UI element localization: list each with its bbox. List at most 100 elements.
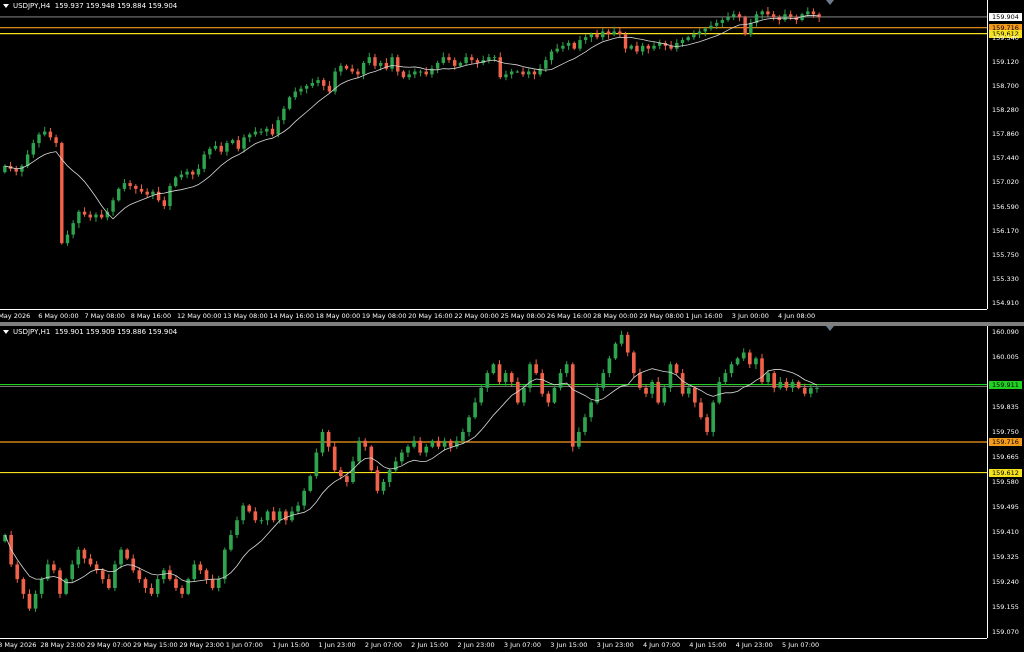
candle-body [436,440,441,447]
candle [583,34,588,44]
h1-price-axis[interactable]: 160.090 160.005 159.911 159.835 159.750 159.7… [987,326,1024,638]
candle [741,348,746,361]
candle-body [155,579,160,594]
candle-body [208,148,212,155]
h4-chart-pane[interactable]: USDJPY,H4 159.937 159.948 159.884 159.90… [0,0,1024,322]
candle [208,146,212,159]
price-tick-label: 160.090 [992,327,1019,336]
candle-body [711,402,716,432]
candle [619,330,624,347]
candle [350,64,354,75]
price-tick-label: 159.495 [992,503,1019,512]
candle-body [134,185,138,189]
candle-body [699,402,703,418]
candle-body [668,364,673,388]
candle-body [316,80,320,83]
candle-body [546,393,551,403]
candle [658,39,662,50]
h4-time-axis[interactable]: 4 May 2026 6 May 00:00 7 May 08:00 8 May 16… [0,309,987,322]
candle [705,413,709,436]
candle [259,517,264,525]
candle [344,64,349,71]
candle-body [760,11,764,15]
candle-body [638,373,642,388]
h4-price-axis[interactable]: 159.904 159.716 159.612 159.540 159.120 158.7… [987,0,1024,309]
candle-body [21,579,26,594]
candle-body [418,71,423,73]
candle-body [487,57,491,61]
candle-body [210,579,215,588]
candle-body [555,48,559,52]
h4-chart-shift-marker[interactable] [826,0,834,5]
time-tick-label: 25 May 08:00 [500,312,546,320]
candle-body [458,62,463,66]
menu-triangle-icon[interactable] [3,330,9,334]
candle-body [778,381,783,388]
candle [222,547,227,584]
candle [442,437,447,451]
candle-body [577,431,581,447]
h1-time-axis[interactable]: 28 May 202628 May 23:0029 May 07:0029 Ma… [0,638,987,651]
candle-body [111,200,115,212]
candle [732,10,736,21]
candle [213,141,218,151]
menu-triangle-icon[interactable] [3,4,9,8]
candle [572,41,576,51]
candle [143,577,148,593]
h1-symbol-ohlc: USDJPY,H1 159.901 159.909 159.886 159.90… [13,328,178,336]
candle [401,70,406,79]
candle-body [607,358,612,374]
candle [373,53,377,70]
time-tick-label: 2 Jun 23:00 [457,641,495,649]
candle [106,574,111,590]
candle-body [143,579,148,588]
candle-body [788,14,793,18]
candle-body [381,482,386,491]
candle-body [583,417,587,432]
candle [794,14,799,25]
h4-plot-area[interactable] [0,0,987,309]
candle [88,554,93,567]
candle [70,560,75,582]
candle [766,6,770,17]
candle-body [771,14,776,18]
price-tick-label: 159.120 [992,57,1019,66]
candle [778,377,783,390]
candle-body [43,131,47,135]
candle-body [345,476,349,482]
time-tick-label: 3 Jun 00:00 [731,312,769,320]
h1-plot-area[interactable] [0,326,987,638]
h1-chart-pane[interactable]: USDJPY,H1 159.901 159.909 159.886 159.90… [0,326,1024,652]
candle [662,384,667,406]
candle-body [686,387,691,394]
candle-body [680,373,685,394]
candle-body [601,31,605,38]
candle [363,438,368,451]
h1-chart-shift-marker[interactable] [826,326,834,331]
candle-body [168,570,172,580]
candle [296,501,300,515]
candle [418,69,423,77]
candle [156,186,161,203]
candle [384,58,389,71]
candle-body [680,40,685,43]
candle-body [407,74,411,78]
candle [680,368,685,397]
candle-body [219,145,223,152]
candle [361,61,366,80]
candle-body [276,120,280,135]
price-level-tag-yellow: 159.612 [989,468,1022,477]
candle-body [156,191,161,201]
candle [552,386,557,405]
candle-body [815,387,819,389]
time-tick-label: 14 May 16:00 [269,312,314,320]
candle [623,31,628,53]
candle-body [20,165,24,172]
candle-body [606,31,611,35]
candle-body [196,168,201,175]
price-level-tag-green: 159.911 [989,380,1022,389]
candle-body [33,593,38,609]
candle-body [461,431,465,441]
candle [117,187,121,202]
candle-body [766,11,770,15]
